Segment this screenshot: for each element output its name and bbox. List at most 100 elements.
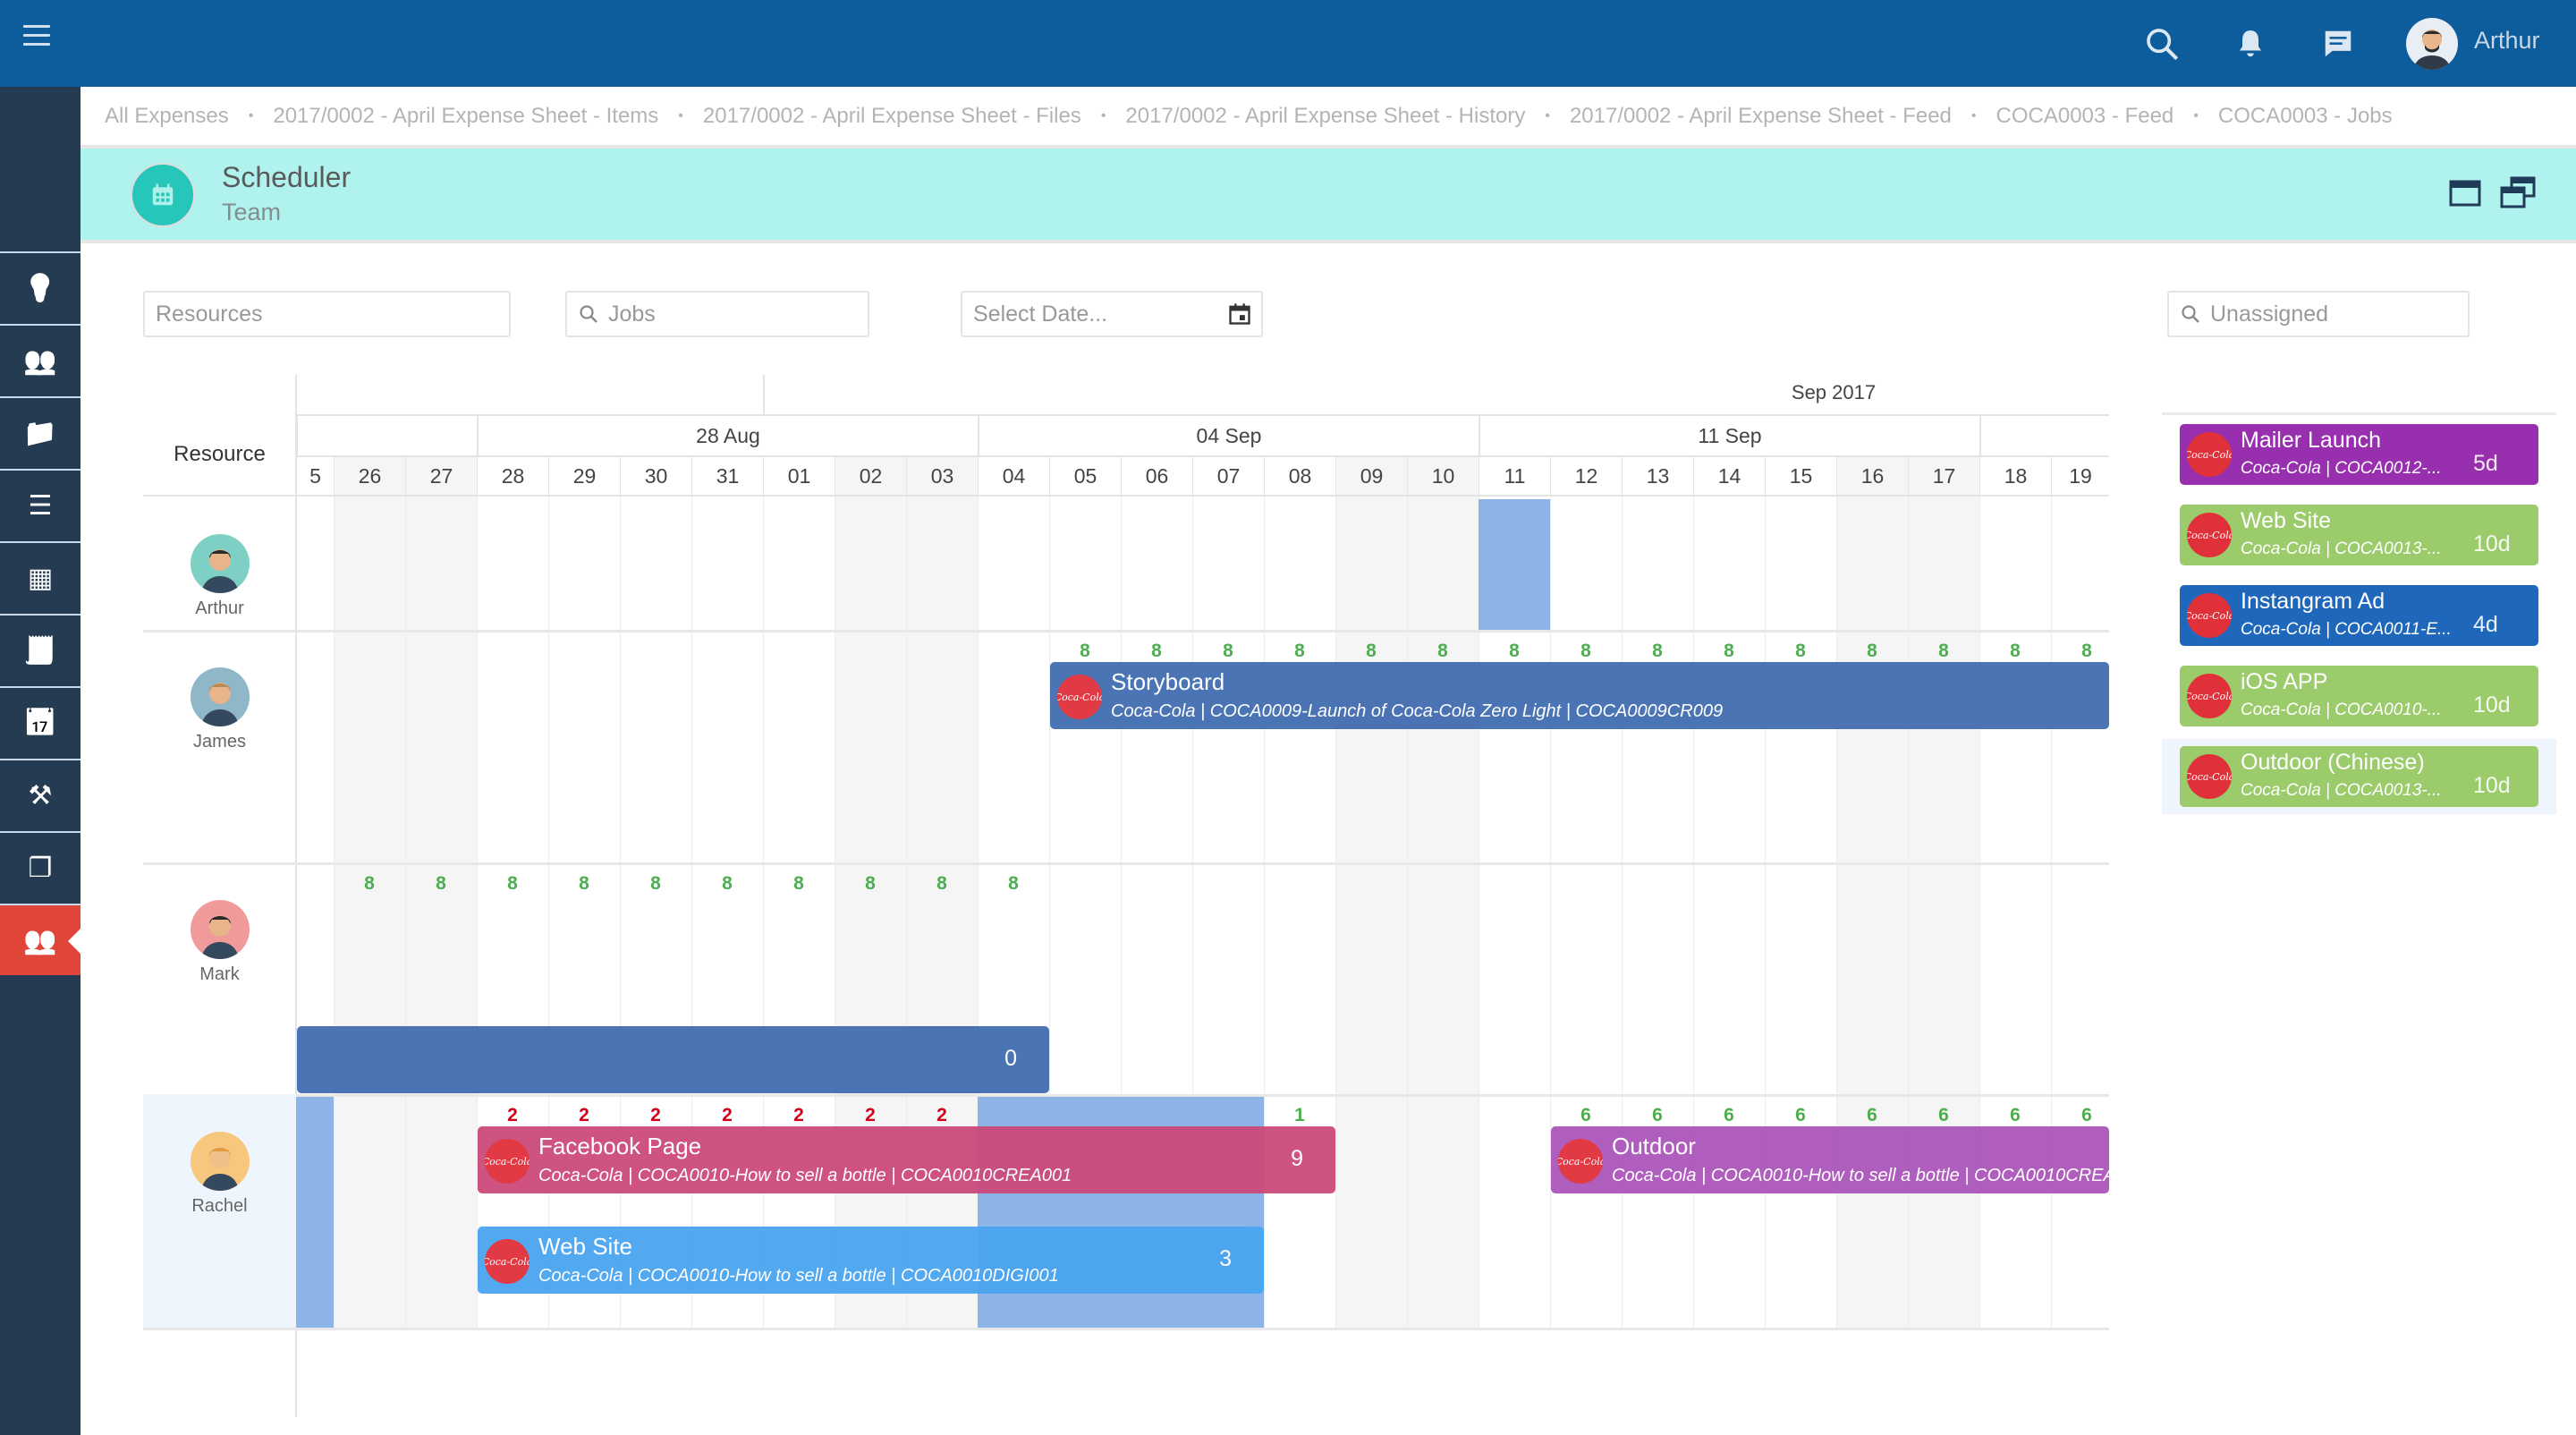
menu-icon[interactable] — [23, 25, 50, 48]
job-title: iOS APP — [2241, 669, 2328, 694]
hours-label: 8 — [1151, 641, 1162, 661]
job-bar[interactable]: Coca-Cola Web Site Coca-Cola | COCA0010-Ho… — [478, 1227, 1264, 1294]
day-header: 06 — [1121, 455, 1192, 497]
hours-label: 8 — [2081, 641, 2092, 661]
sidebar-item-users-group[interactable]: 👥 — [0, 324, 80, 395]
maximize-icon[interactable] — [2449, 179, 2481, 212]
day-header: 13 — [1622, 455, 1693, 497]
coca-cola-logo: Coca-Cola — [2187, 754, 2232, 799]
selected-cell[interactable] — [1479, 499, 1550, 630]
job-title: Web Site — [2241, 508, 2331, 533]
job-bar[interactable]: Coca-Cola Facebook Page Coca-Cola | COCA00… — [478, 1126, 1335, 1193]
month-divider — [763, 375, 765, 414]
coca-cola-logo: Coca-Cola — [1558, 1139, 1603, 1184]
day-header: 17 — [1908, 455, 1979, 497]
day-header: 26 — [334, 455, 405, 497]
resource-james[interactable]: James — [143, 667, 296, 752]
resource-arthur[interactable]: Arthur — [143, 534, 296, 619]
day-header: 18 — [1979, 455, 2051, 497]
avatar — [190, 667, 250, 726]
avatar — [190, 900, 250, 959]
job-title: Instangram Ad — [2241, 589, 2385, 614]
breadcrumb-item[interactable]: 2017/0002 - April Expense Sheet - Items — [273, 104, 658, 129]
hours-label: 8 — [436, 873, 446, 894]
breadcrumb-separator: • — [1970, 107, 1977, 123]
day-header: 02 — [835, 455, 906, 497]
job-subtitle: Coca-Cola | COCA0010-How to sell a bottl… — [538, 1266, 1059, 1286]
breadcrumb-item[interactable]: 2017/0002 - April Expense Sheet - Histor… — [1125, 104, 1525, 129]
job-hours: 9 — [1291, 1146, 1303, 1171]
selected-cell[interactable] — [296, 1097, 334, 1328]
calculator-icon: ▦ — [27, 563, 54, 593]
sidebar-item-team[interactable]: 👥 — [0, 904, 80, 975]
sidebar-item-copy[interactable]: ❐ — [0, 831, 80, 903]
unassigned-job-card[interactable]: Coca-Cola iOS APP Coca-Cola | COCA0010-...… — [2180, 666, 2538, 726]
hours-label: 8 — [1580, 641, 1591, 661]
hours-label: 8 — [1366, 641, 1377, 661]
day-header: 28 — [477, 455, 548, 497]
hours-label: 8 — [1294, 641, 1305, 661]
hours-label: 2 — [793, 1105, 804, 1125]
unassigned-divider — [2162, 412, 2556, 415]
sidebar-item-list[interactable]: ☰ — [0, 469, 80, 540]
unassigned-job-card[interactable]: Coca-Cola Outdoor (Chinese) Coca-Cola | CO… — [2180, 746, 2538, 807]
avatar — [190, 534, 250, 593]
day-header: 5 — [296, 455, 334, 497]
avatar — [190, 1132, 250, 1191]
breadcrumb-item[interactable]: 2017/0002 - April Expense Sheet - Files — [703, 104, 1081, 129]
day-column — [1550, 455, 1622, 1328]
unassigned-job-card[interactable]: Coca-Cola Mailer Launch Coca-Cola | COCA00… — [2180, 424, 2538, 485]
hours-label: 8 — [1652, 641, 1663, 661]
coca-cola-logo: Coca-Cola — [2187, 593, 2232, 638]
resource-rachel[interactable]: Rachel — [143, 1132, 296, 1217]
resource-mark[interactable]: Mark — [143, 900, 296, 985]
sidebar-item-lightbulb[interactable]: 💡 — [0, 251, 80, 323]
unassigned-job-card[interactable]: Coca-Cola Web Site Coca-Cola | COCA0013-..… — [2180, 505, 2538, 565]
restore-window-icon[interactable] — [2499, 175, 2537, 214]
coca-cola-logo: Coca-Cola — [2187, 513, 2232, 557]
calendar-icon[interactable] — [1227, 301, 1252, 327]
breadcrumb-separator: • — [1545, 107, 1550, 123]
breadcrumb-item[interactable]: 2017/0002 - April Expense Sheet - Feed — [1570, 104, 1952, 129]
resource-name: Rachel — [191, 1196, 248, 1216]
resources-filter-input[interactable]: Resources — [143, 291, 511, 337]
breadcrumb-item[interactable]: COCA0003 - Feed — [1996, 104, 2174, 129]
job-bar[interactable]: Coca-Cola Outdoor Coca-Cola | COCA0010-How… — [1551, 1126, 2109, 1193]
day-column — [1264, 455, 1335, 1328]
job-subtitle: Coca-Cola | COCA0010-How to sell a bottl… — [538, 1166, 1072, 1185]
job-title: Facebook Page — [538, 1133, 702, 1159]
unassigned-job-card[interactable]: Coca-Cola Instangram Ad Coca-Cola | COCA00… — [2180, 585, 2538, 646]
search-icon[interactable] — [2141, 23, 2182, 64]
sidebar-item-calculator[interactable]: ▦ — [0, 541, 80, 613]
week-header: 11 Sep — [1479, 414, 1979, 455]
breadcrumb-item[interactable]: COCA0003 - Jobs — [2218, 104, 2393, 129]
hours-label: 8 — [793, 873, 804, 894]
sidebar-item-tools[interactable]: ⚒ — [0, 759, 80, 830]
job-bar[interactable]: 0 — [297, 1026, 1049, 1093]
date-picker-input[interactable]: Select Date... — [961, 291, 1263, 337]
hours-label: 8 — [1938, 641, 1949, 661]
jobs-search-input[interactable]: Jobs — [565, 291, 869, 337]
hours-label: 8 — [1509, 641, 1520, 661]
sidebar-item-receipt[interactable]: 🧾 — [0, 614, 80, 685]
day-header: 14 — [1693, 455, 1765, 497]
unassigned-search-input[interactable]: Unassigned — [2167, 291, 2470, 337]
chat-icon[interactable] — [2318, 23, 2359, 64]
job-title: Web Site — [538, 1233, 633, 1260]
hours-label: 2 — [936, 1105, 947, 1125]
sidebar-item-calendar[interactable]: 📅 — [0, 686, 80, 758]
job-bar[interactable]: Coca-Cola Storyboard Coca-Cola | COCA0009-… — [1050, 662, 2109, 729]
coca-cola-logo: Coca-Cola — [485, 1239, 530, 1284]
hours-label: 8 — [650, 873, 661, 894]
list-icon: ☰ — [28, 490, 53, 521]
sidebar-item-folder[interactable]: 📁 — [0, 396, 80, 468]
user-name[interactable]: Arthur — [2474, 27, 2540, 55]
row-divider — [143, 862, 2109, 865]
day-header: 09 — [1335, 455, 1407, 497]
breadcrumb-item[interactable]: All Expenses — [105, 104, 229, 129]
page-title: Scheduler — [222, 161, 352, 193]
job-duration: 5d — [2473, 451, 2498, 476]
user-avatar[interactable] — [2406, 18, 2458, 70]
bell-icon[interactable] — [2230, 23, 2271, 64]
users-group-icon: 👥 — [23, 345, 57, 376]
